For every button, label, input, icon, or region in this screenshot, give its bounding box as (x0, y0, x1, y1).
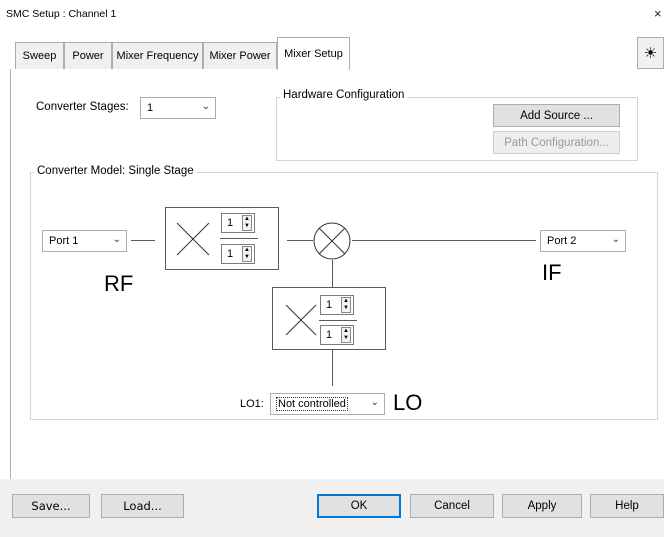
tab-mixer-power[interactable]: Mixer Power (203, 42, 277, 69)
load-button[interactable]: Load... (101, 494, 184, 518)
tab-label: Mixer Setup (284, 48, 343, 60)
denominator-value: 1 (227, 248, 234, 260)
apply-button[interactable]: Apply (502, 494, 582, 518)
tab-mixer-frequency[interactable]: Mixer Frequency (112, 42, 203, 69)
spin-arrows-icon[interactable]: ▲ ▼ (341, 327, 351, 343)
tab-label: Mixer Power (209, 50, 271, 62)
lo-multiplier-box: 1 ▲ ▼ 1 ▲ ▼ (272, 287, 386, 350)
tab-power[interactable]: Power (64, 42, 112, 69)
multiply-icon (285, 304, 317, 336)
fraction-bar (220, 238, 258, 239)
multiply-icon (176, 222, 210, 256)
lo1-label: LO1: (240, 398, 264, 410)
add-source-button[interactable]: Add Source ... (493, 104, 620, 127)
numerator-value: 1 (326, 299, 333, 311)
spin-arrows-icon[interactable]: ▲ ▼ (341, 297, 351, 313)
rf-multiplier-box: 1 ▲ ▼ 1 ▲ ▼ (165, 207, 279, 270)
tab-label: Power (72, 50, 104, 62)
close-button[interactable]: × (654, 6, 662, 21)
converter-stages-select[interactable]: 1 ⌄ (140, 97, 216, 119)
lo-multiplier-denominator[interactable]: 1 ▲ ▼ (320, 325, 354, 345)
help-button[interactable]: Help (590, 494, 664, 518)
converter-stages-label: Converter Stages: (36, 101, 129, 113)
tab-mixer-setup[interactable]: Mixer Setup (277, 37, 350, 70)
signal-line (352, 240, 536, 241)
denominator-value: 1 (326, 329, 333, 341)
cancel-button[interactable]: Cancel (410, 494, 494, 518)
tab-label: Mixer Frequency (116, 50, 199, 62)
port-in-value: Port 1 (49, 235, 79, 247)
converter-model-title: Converter Model: Single Stage (34, 165, 197, 177)
chevron-down-icon: ⌄ (611, 234, 620, 245)
rf-multiplier-numerator[interactable]: 1 ▲ ▼ (221, 213, 255, 233)
signal-line (131, 240, 155, 241)
rf-label: RF (104, 271, 134, 296)
lo1-select[interactable]: Not controlled ⌄ (270, 393, 385, 415)
chevron-down-icon: ⌄ (112, 234, 121, 245)
rf-multiplier-denominator[interactable]: 1 ▲ ▼ (221, 244, 255, 264)
lo1-value: Not controlled (276, 397, 348, 411)
lo-signal-line (332, 260, 333, 288)
settings-button[interactable]: ☀ (637, 37, 664, 69)
gear-icon: ☀ (643, 45, 658, 62)
signal-line (287, 240, 313, 241)
if-label: IF (542, 260, 562, 285)
lo-multiplier-numerator[interactable]: 1 ▲ ▼ (320, 295, 354, 315)
converter-stages-value: 1 (147, 102, 154, 114)
chevron-down-icon: ⌄ (201, 101, 210, 112)
lo-signal-line (332, 350, 333, 386)
window-title: SMC Setup : Channel 1 (6, 8, 117, 20)
numerator-value: 1 (227, 217, 234, 229)
hardware-config-title: Hardware Configuration (280, 89, 408, 101)
port-out-select[interactable]: Port 2 ⌄ (540, 230, 626, 252)
path-configuration-button[interactable]: Path Configuration... (493, 131, 620, 154)
port-in-select[interactable]: Port 1 ⌄ (42, 230, 127, 252)
spin-arrows-icon[interactable]: ▲ ▼ (242, 215, 252, 231)
mixer-icon (313, 222, 351, 260)
fraction-bar (319, 320, 357, 321)
ok-button[interactable]: OK (317, 494, 401, 518)
chevron-down-icon: ⌄ (370, 397, 379, 408)
lo-label: LO (393, 390, 423, 415)
spin-arrows-icon[interactable]: ▲ ▼ (242, 246, 252, 262)
port-out-value: Port 2 (547, 235, 577, 247)
tab-sweep[interactable]: Sweep (15, 42, 64, 69)
save-button[interactable]: Save... (12, 494, 90, 518)
tab-label: Sweep (22, 50, 57, 62)
